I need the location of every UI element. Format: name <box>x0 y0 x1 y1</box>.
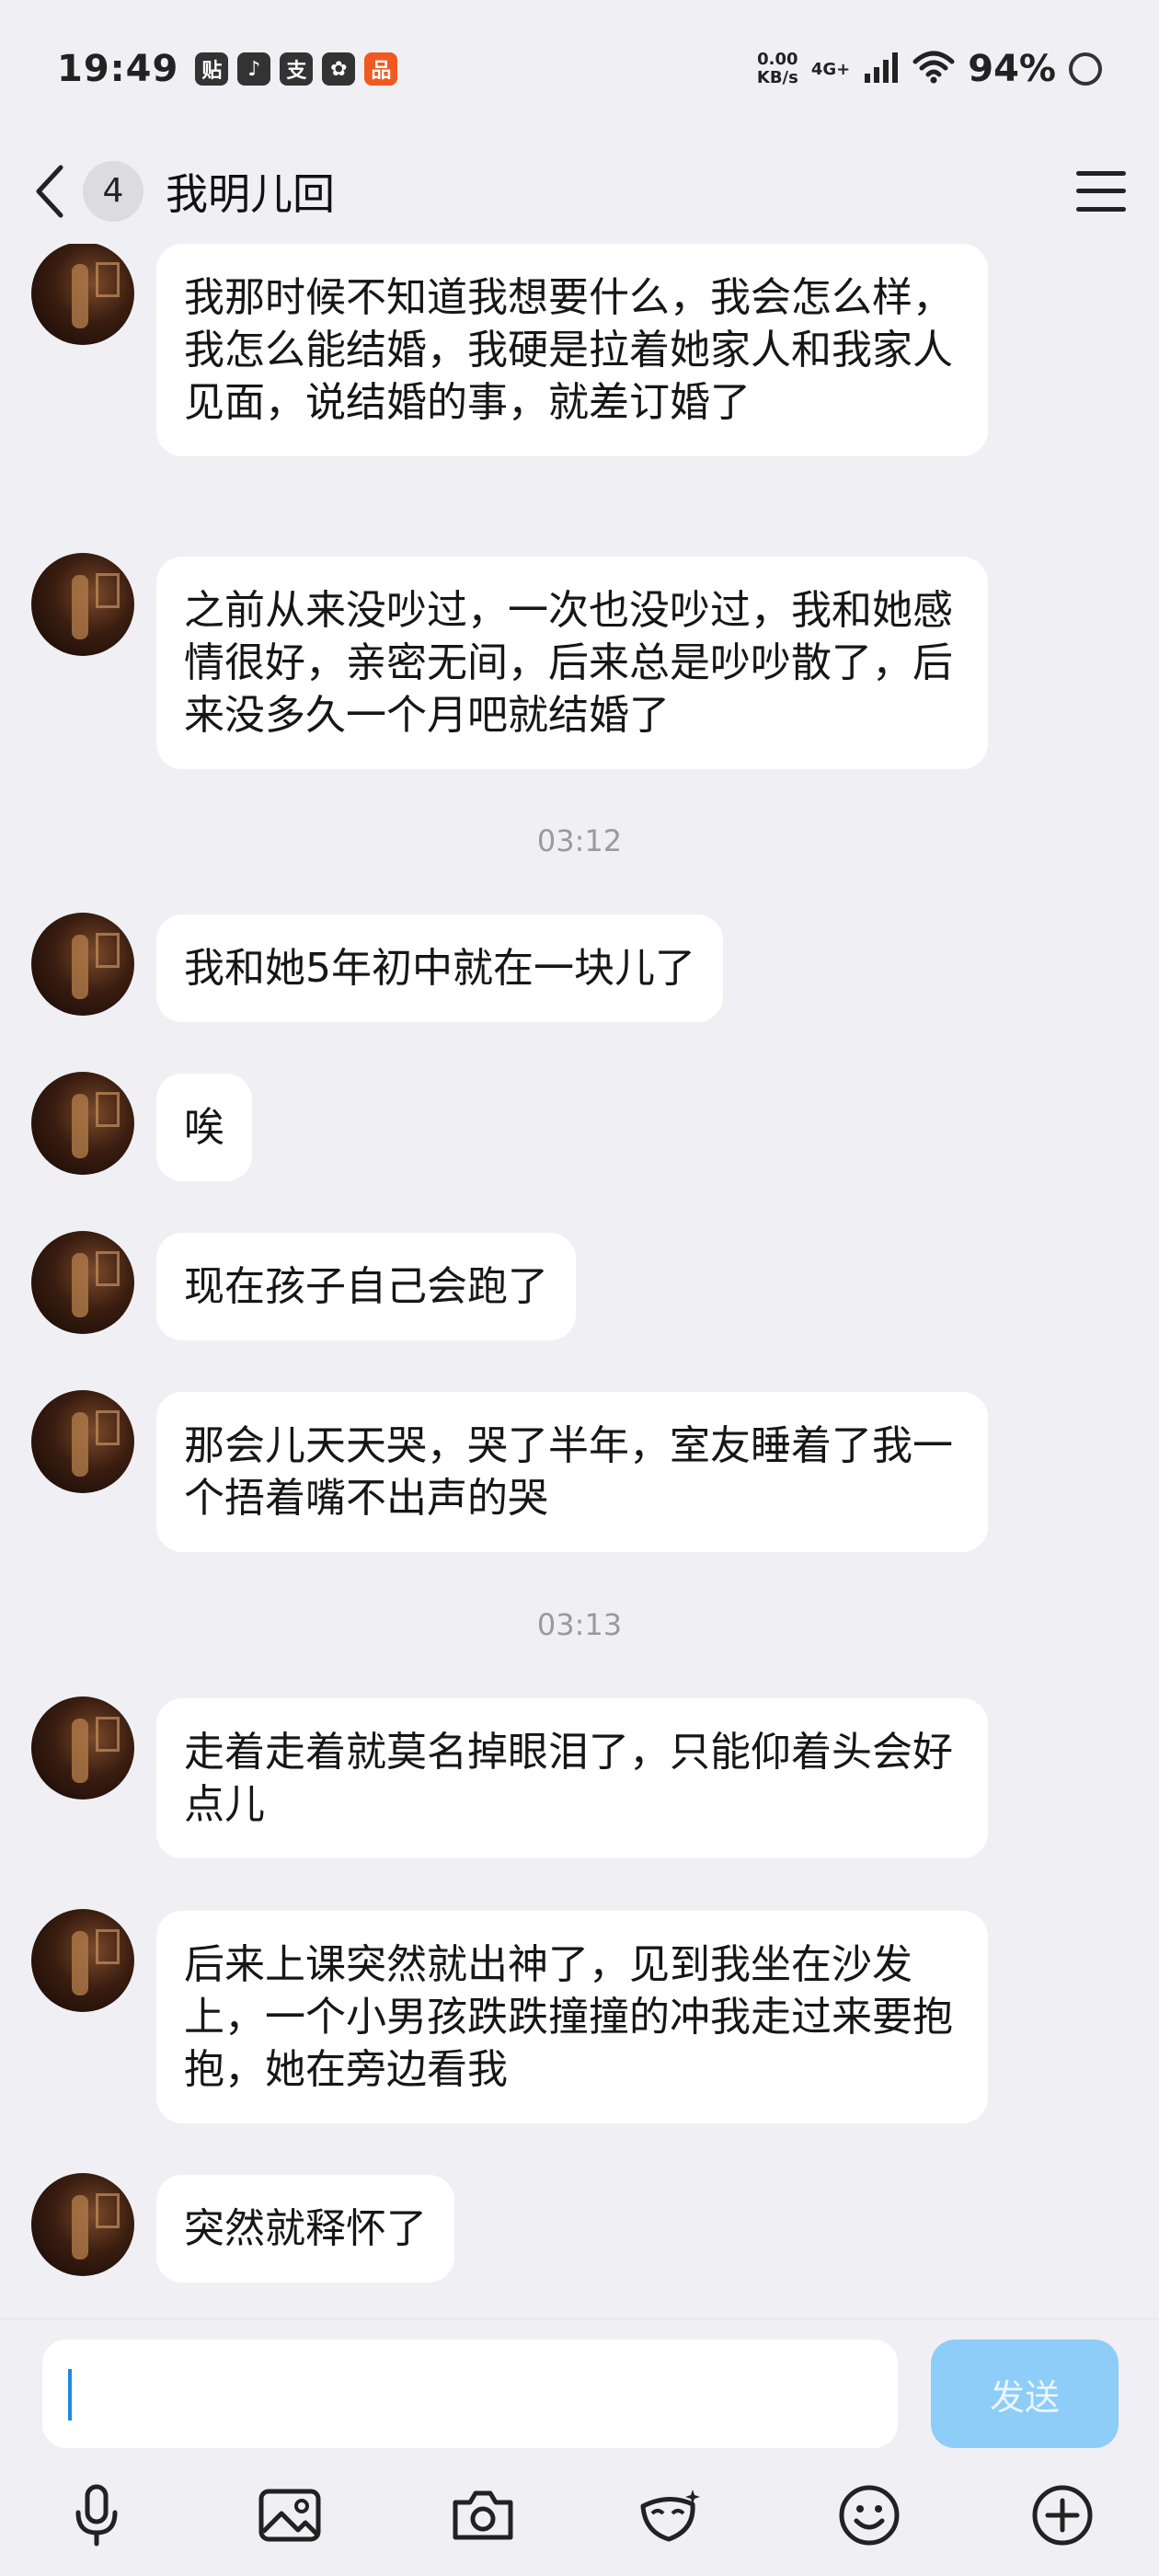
camera-icon[interactable] <box>442 2474 524 2557</box>
avatar[interactable] <box>31 1696 134 1800</box>
message-bubble[interactable]: 现在孩子自己会跑了 <box>156 1233 576 1340</box>
message-input[interactable] <box>42 2340 898 2448</box>
status-indicators: 0.00 KB/s 4G+ 94% <box>757 48 1102 90</box>
input-bar: 发送 <box>0 2318 1159 2576</box>
input-toolbar <box>0 2474 1159 2557</box>
message-bubble[interactable]: 突然就释怀了 <box>156 2175 454 2283</box>
network-type: 4G+ <box>810 59 851 79</box>
avatar[interactable] <box>31 244 134 345</box>
timestamp: 03:13 <box>536 1607 623 1642</box>
message-bubble[interactable]: 之前从来没吵过，一次也没吵过，我和她感情很好，亲密无间，后来总是吵吵散了，后来没… <box>156 557 988 769</box>
menu-icon[interactable] <box>1076 170 1126 212</box>
avatar[interactable] <box>31 1909 134 2012</box>
image-icon[interactable] <box>248 2474 331 2557</box>
message-bubble[interactable]: 唉 <box>156 1074 252 1181</box>
avatar[interactable] <box>31 1231 134 1334</box>
text-caret <box>68 2369 72 2421</box>
net-speed-value: 0.00 <box>757 50 798 69</box>
chat-title: 我明儿回 <box>166 168 335 219</box>
avatar[interactable] <box>31 1390 134 1493</box>
battery-level: 94% <box>968 48 1056 90</box>
send-button[interactable]: 发送 <box>931 2340 1119 2448</box>
message-list[interactable]: 我那时候不知道我想要什么，我会怎么样，我怎么能结婚，我硬是拉着她家人和我家人见面… <box>0 244 1159 2318</box>
battery-ring-icon <box>1069 52 1102 86</box>
avatar[interactable] <box>31 2173 134 2276</box>
status-time: 19:49 <box>57 48 179 90</box>
plus-icon[interactable] <box>1021 2474 1104 2557</box>
chat-header: 4 我明儿回 <box>0 138 1159 244</box>
unread-count-badge[interactable]: 4 <box>83 160 143 222</box>
taobao-app-icon: 品 <box>364 52 398 86</box>
timestamp: 03:12 <box>536 823 623 858</box>
net-speed: 0.00 KB/s <box>757 51 798 87</box>
message-bubble[interactable]: 走着走着就莫名掉眼泪了，只能仰着头会好点儿 <box>156 1698 988 1858</box>
signal-icon <box>863 52 900 86</box>
douyin-app-icon: ♪ <box>237 52 271 86</box>
avatar[interactable] <box>31 913 134 1016</box>
microphone-icon[interactable] <box>55 2474 138 2557</box>
emoji-icon[interactable] <box>828 2474 911 2557</box>
wechat-app-icon: ✿ <box>322 52 356 86</box>
status-bar: 19:49 贴 ♪ 支 ✿ 品 0.00 KB/s 4G+ 94% <box>0 0 1159 138</box>
message-bubble[interactable]: 后来上课突然就出神了，见到我坐在沙发上，一个小男孩跌跌撞撞的冲我走过来要抱抱，她… <box>156 1911 988 2123</box>
avatar[interactable] <box>31 1072 134 1175</box>
status-app-icons: 贴 ♪ 支 ✿ 品 <box>195 52 398 86</box>
message-bubble[interactable]: 我那时候不知道我想要什么，我会怎么样，我怎么能结婚，我硬是拉着她家人和我家人见面… <box>156 244 988 456</box>
message-bubble[interactable]: 那会儿天天哭，哭了半年，室友睡着了我一个捂着嘴不出声的哭 <box>156 1392 988 1552</box>
tieba-app-icon: 贴 <box>195 52 229 86</box>
mask-icon[interactable] <box>630 2474 713 2557</box>
back-arrow-icon[interactable] <box>33 164 70 219</box>
wifi-icon <box>912 51 955 87</box>
message-bubble[interactable]: 我和她5年初中就在一块儿了 <box>156 914 723 1022</box>
net-speed-unit: KB/s <box>756 68 798 87</box>
avatar[interactable] <box>31 553 134 656</box>
alipay-app-icon: 支 <box>280 52 314 86</box>
